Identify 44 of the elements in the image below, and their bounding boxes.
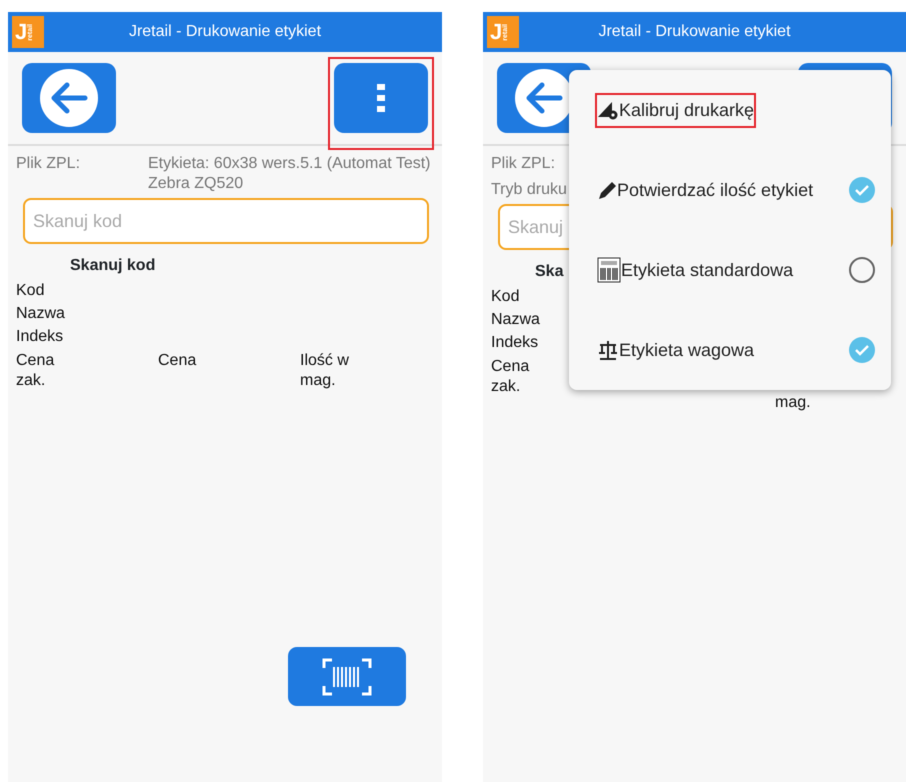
logo-letter: J bbox=[15, 21, 28, 43]
menu-item[interactable]: Etykieta wagowa bbox=[569, 310, 891, 390]
field-label: Indeks bbox=[491, 334, 538, 351]
field-label: mag. bbox=[775, 393, 812, 413]
checkbox[interactable] bbox=[849, 177, 875, 203]
barcode-scan-icon bbox=[322, 658, 372, 696]
menu-item-label: Etykieta standardowa bbox=[621, 258, 794, 282]
field-label: Indeks bbox=[16, 328, 64, 345]
menu-item[interactable]: Potwierdzać ilość etykiet bbox=[569, 150, 891, 230]
menu-item-label: Etykieta wagowa bbox=[619, 338, 754, 362]
section-title: Ska bbox=[535, 262, 564, 282]
field-label: Kod bbox=[16, 282, 44, 299]
scale-icon bbox=[597, 339, 619, 361]
more-icon bbox=[377, 84, 385, 112]
barcode-label-icon bbox=[597, 257, 621, 283]
field-label: Cena zak. bbox=[491, 357, 530, 397]
scan-button[interactable] bbox=[288, 647, 406, 706]
field-label: Cena bbox=[158, 351, 198, 371]
section-title: Skanuj kod bbox=[70, 256, 156, 276]
menu-item[interactable]: Kalibruj drukarkę bbox=[569, 70, 891, 150]
logo-letter: J bbox=[490, 21, 502, 43]
scan-code-field[interactable]: Skanuj kod bbox=[23, 198, 429, 244]
checkbox[interactable] bbox=[849, 257, 875, 283]
back-button[interactable] bbox=[22, 63, 116, 133]
menu-item-label: Kalibruj drukarkę bbox=[619, 98, 754, 122]
field-label: Kod bbox=[491, 288, 520, 305]
check-icon bbox=[855, 344, 869, 356]
field-label: Nazwa bbox=[16, 305, 65, 322]
window-title: Jretail - Drukowanie etykiet bbox=[598, 22, 791, 42]
menu-item[interactable]: Etykieta standardowa bbox=[569, 230, 891, 310]
window-title: Jretail - Drukowanie etykiet bbox=[128, 22, 322, 42]
more-button[interactable] bbox=[334, 63, 428, 133]
menu-item-label: Potwierdzać ilość etykiet bbox=[617, 178, 814, 202]
field-label: Nazwa bbox=[491, 311, 540, 328]
info-label: Plik ZPL: bbox=[491, 154, 556, 174]
field-label: Cena zak. bbox=[16, 351, 56, 391]
info-label: Plik ZPL: bbox=[16, 154, 82, 174]
check-icon bbox=[855, 184, 869, 196]
checkbox[interactable] bbox=[849, 337, 875, 363]
field-label: Ilość w mag. bbox=[300, 351, 350, 391]
marker-pen-icon bbox=[597, 179, 617, 201]
ruler-gear-icon bbox=[597, 100, 619, 120]
info-value: Etykieta: 60x38 wers.5.1 (Automat Test) Zebra ZQ520 bbox=[148, 154, 432, 194]
info-label: Tryb druku bbox=[491, 180, 567, 200]
